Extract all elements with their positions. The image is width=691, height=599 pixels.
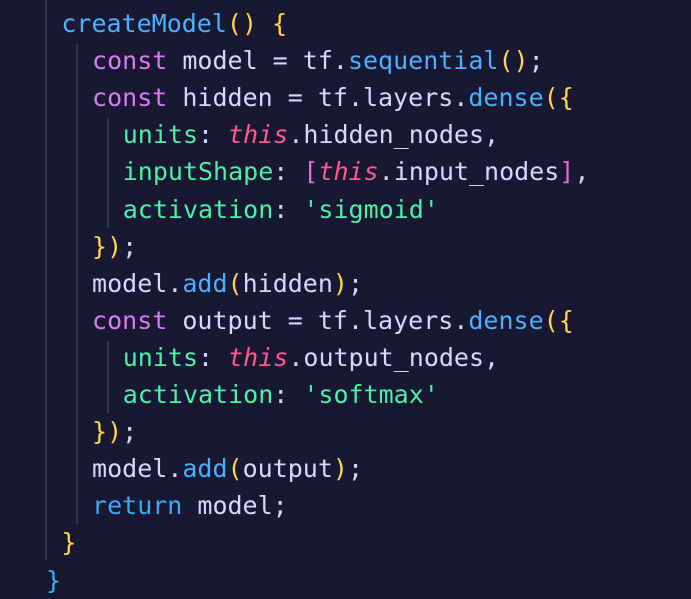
code-token: layers bbox=[363, 83, 454, 113]
code-line: const model = tf.sequential(); bbox=[92, 42, 544, 79]
code-token: . bbox=[453, 305, 469, 335]
code-token: hidden bbox=[242, 268, 333, 298]
code-token: , bbox=[484, 120, 500, 150]
code-token: units bbox=[122, 120, 199, 150]
code-line: model.add(hidden); bbox=[92, 265, 363, 302]
code-line: units: this.output_nodes, bbox=[123, 339, 499, 376]
code-token: ; bbox=[122, 417, 138, 447]
code-line: inputShape: [this.input_nodes], bbox=[123, 153, 590, 190]
code-token: . bbox=[347, 305, 363, 335]
code-token: 'softmax' bbox=[303, 380, 439, 409]
code-token: [ bbox=[303, 157, 319, 187]
code-line: const output = tf.layers.dense({ bbox=[92, 302, 574, 339]
code-token: model bbox=[92, 454, 168, 484]
code-token: . bbox=[288, 120, 304, 150]
code-token: ) bbox=[332, 268, 348, 298]
code-token: const bbox=[92, 46, 183, 76]
indent-guide-hidden-object bbox=[107, 118, 109, 228]
code-token: input_nodes bbox=[393, 157, 560, 187]
code-token: . bbox=[167, 454, 183, 484]
code-token: , bbox=[484, 342, 500, 372]
code-token: ({ bbox=[543, 305, 574, 335]
code-token: sequential bbox=[347, 46, 499, 76]
code-token: model bbox=[182, 46, 273, 76]
code-token: }) bbox=[92, 231, 123, 261]
indent-guide-outer bbox=[45, 0, 47, 560]
code-line: }); bbox=[92, 413, 137, 450]
code-token: this bbox=[318, 157, 379, 187]
code-token: ; bbox=[347, 268, 364, 298]
code-line: model.add(output); bbox=[92, 450, 363, 487]
code-token: . bbox=[167, 268, 183, 298]
code-token: activation bbox=[122, 194, 274, 224]
code-token: model bbox=[92, 268, 168, 298]
code-token: output_nodes bbox=[303, 342, 485, 372]
code-token: units bbox=[122, 342, 199, 372]
code-token: createModel bbox=[61, 9, 227, 38]
code-editor[interactable]: createModel() {const model = tf.sequenti… bbox=[0, 0, 691, 598]
code-line: createModel() { bbox=[61, 5, 287, 42]
code-token: , bbox=[574, 157, 590, 187]
code-line: const hidden = tf.layers.dense({ bbox=[92, 79, 574, 116]
code-token: : bbox=[273, 380, 304, 409]
indent-guide-method bbox=[76, 44, 78, 524]
code-token: 'sigmoid' bbox=[303, 194, 439, 224]
code-token: () bbox=[226, 9, 273, 38]
code-token: . bbox=[453, 83, 469, 113]
code-token: tf bbox=[317, 305, 348, 335]
code-line: return model; bbox=[92, 487, 288, 524]
code-token: ( bbox=[227, 454, 243, 484]
code-line: }); bbox=[92, 228, 137, 265]
code-token: { bbox=[272, 9, 288, 38]
code-token: tf bbox=[302, 46, 333, 76]
code-line: } bbox=[61, 524, 76, 561]
code-token: . bbox=[332, 46, 348, 76]
code-token: ; bbox=[347, 454, 364, 484]
code-token: }) bbox=[92, 417, 123, 447]
code-token: : bbox=[198, 120, 229, 150]
code-token: dense bbox=[468, 305, 544, 335]
code-token: add bbox=[182, 268, 228, 298]
code-token: layers bbox=[363, 305, 454, 335]
code-token: } bbox=[61, 528, 77, 558]
code-token: () bbox=[498, 46, 529, 76]
code-line: units: this.hidden_nodes, bbox=[123, 116, 499, 153]
code-token: this bbox=[228, 342, 289, 372]
code-token: const bbox=[92, 83, 183, 113]
code-token: output bbox=[242, 454, 333, 484]
code-token: dense bbox=[468, 83, 544, 113]
code-token: return bbox=[92, 491, 198, 521]
code-token: hidden_nodes bbox=[303, 120, 485, 150]
code-token: ; bbox=[528, 46, 544, 76]
code-token: add bbox=[182, 454, 228, 484]
code-line: } bbox=[46, 562, 61, 599]
code-token: = bbox=[272, 46, 303, 76]
code-token: ] bbox=[559, 157, 575, 187]
code-token: tf bbox=[317, 83, 348, 113]
code-token: . bbox=[378, 157, 394, 187]
code-token: ( bbox=[227, 268, 243, 298]
code-token: = bbox=[287, 305, 318, 335]
code-line: activation: 'sigmoid' bbox=[123, 191, 439, 228]
code-token: . bbox=[347, 83, 363, 113]
code-token: inputShape bbox=[122, 157, 274, 187]
code-token: } bbox=[46, 565, 62, 595]
code-token: : bbox=[273, 194, 304, 224]
indent-guide-output-object bbox=[107, 341, 109, 413]
code-token: hidden bbox=[182, 83, 288, 113]
code-token: ) bbox=[332, 454, 348, 484]
code-token: : bbox=[273, 157, 304, 187]
code-token: output bbox=[182, 305, 288, 335]
code-token: : bbox=[198, 342, 229, 372]
code-token: const bbox=[92, 305, 183, 335]
code-token: this bbox=[228, 120, 289, 150]
code-token: ; bbox=[272, 491, 288, 521]
code-token: ({ bbox=[543, 83, 574, 113]
code-token: . bbox=[288, 342, 304, 372]
code-line: activation: 'softmax' bbox=[123, 376, 439, 413]
code-token: = bbox=[287, 83, 318, 113]
code-token: activation bbox=[122, 380, 274, 409]
code-token: ; bbox=[122, 231, 138, 261]
code-token: model bbox=[197, 491, 273, 521]
